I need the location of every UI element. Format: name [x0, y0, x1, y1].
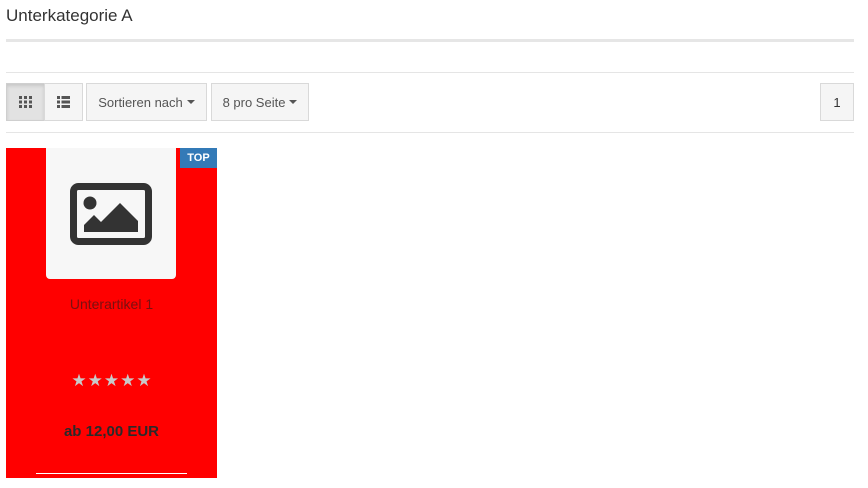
star-icon: ★ — [136, 371, 152, 390]
caret-down-icon — [289, 100, 298, 104]
caret-down-icon — [186, 100, 195, 104]
rating-stars: ★ ★ ★ ★ ★ — [6, 372, 217, 389]
product-image[interactable] — [46, 148, 176, 279]
sort-dropdown-button[interactable]: Sortieren nach — [86, 83, 207, 121]
pagination-page-button[interactable]: 1 — [820, 83, 854, 121]
per-page-dropdown-button[interactable]: 8 pro Seite — [211, 83, 309, 121]
page-number: 1 — [833, 94, 841, 110]
image-placeholder-icon — [70, 182, 152, 245]
star-icon: ★ — [120, 371, 136, 390]
list-view-button[interactable] — [44, 83, 83, 121]
star-icon: ★ — [71, 371, 87, 390]
top-badge: TOP — [180, 148, 217, 168]
star-icon: ★ — [87, 371, 103, 390]
page: Unterkategorie A Sortieren nach 8 pro Se… — [0, 0, 868, 488]
toolbar-divider-bottom — [6, 132, 854, 133]
sort-label: Sortieren nach — [98, 94, 183, 110]
product-card[interactable]: TOP Unterartikel 1 ★ ★ ★ ★ ★ ab 12,00 EU… — [6, 148, 217, 478]
grid-icon — [19, 96, 32, 108]
grid-view-button[interactable] — [6, 83, 45, 121]
toolbar-divider-top — [6, 72, 854, 73]
product-price: ab 12,00 EUR — [63, 423, 160, 440]
page-title: Unterkategorie A — [6, 6, 133, 25]
product-name-link[interactable]: Unterartikel 1 — [6, 296, 217, 312]
list-icon — [57, 96, 70, 108]
card-divider — [36, 473, 187, 474]
star-icon: ★ — [103, 371, 120, 390]
per-page-label: 8 pro Seite — [222, 94, 286, 110]
title-divider — [6, 39, 854, 42]
